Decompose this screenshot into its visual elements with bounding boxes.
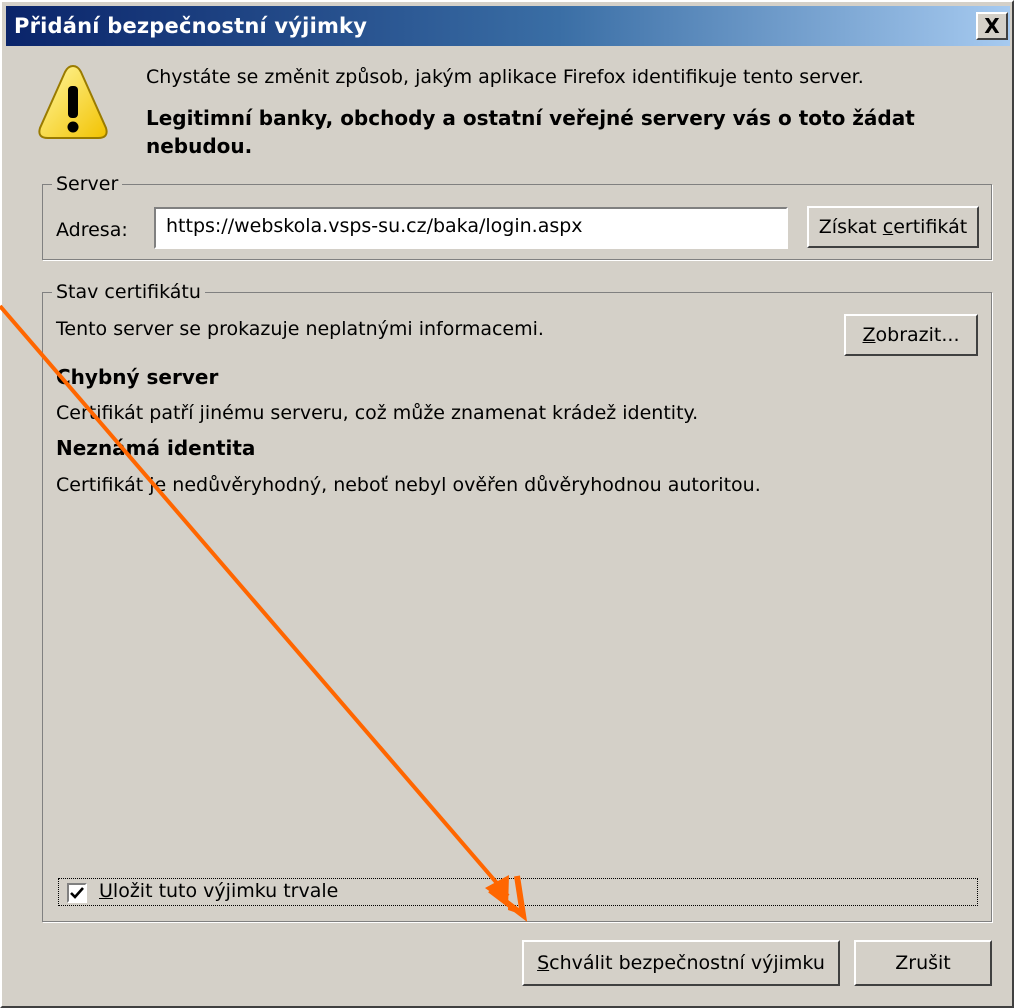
warning-text: Legitimní banky, obchody a ostatní veřej… — [146, 106, 915, 158]
address-label: Adresa: — [56, 219, 128, 241]
confirm-exception-label: Schválit bezpečnostní výjimku — [537, 952, 825, 974]
issue-title-unknown-identity: Neznámá identita — [56, 436, 256, 460]
certificate-status-legend: Stav certifikátu — [52, 281, 205, 303]
save-exception-checkbox[interactable] — [67, 883, 87, 903]
dialog-title: Přidání bezpečnostní výjimky — [14, 14, 368, 38]
get-certificate-label: Získat certifikát — [818, 216, 968, 238]
save-exception-row[interactable]: Uložit tuto výjimku trvale — [58, 878, 978, 906]
title-bar[interactable]: Přidání bezpečnostní výjimky X — [6, 6, 1010, 46]
security-exception-dialog: Přidání bezpečnostní výjimky X Chystáte … — [0, 0, 1014, 1008]
close-button[interactable]: X — [976, 12, 1008, 40]
certificate-summary: Tento server se prokazuje neplatnými inf… — [56, 318, 544, 340]
save-exception-label: Uložit tuto výjimku trvale — [99, 880, 339, 902]
close-icon: X — [984, 14, 1000, 38]
cancel-label: Zrušit — [895, 952, 951, 974]
issue-text-wrong-server: Certifikát patří jinému serveru, což můž… — [56, 402, 699, 424]
warning-triangle-icon — [38, 64, 108, 139]
issue-text-unknown-identity: Certifikát je nedůvěryhodný, neboť nebyl… — [56, 474, 761, 496]
checkmark-icon — [70, 887, 84, 899]
view-certificate-label: Zobrazit... — [862, 324, 960, 346]
view-certificate-button[interactable]: Zobrazit... — [844, 314, 978, 356]
server-legend: Server — [52, 173, 123, 195]
issue-title-wrong-server: Chybný server — [56, 365, 219, 389]
address-input[interactable]: https://webskola.vsps-su.cz/baka/login.a… — [154, 207, 788, 249]
cancel-button[interactable]: Zrušit — [854, 940, 992, 986]
get-certificate-button[interactable]: Získat certifikát — [807, 206, 979, 248]
confirm-exception-button[interactable]: Schválit bezpečnostní výjimku — [522, 940, 840, 986]
intro-text: Chystáte se změnit způsob, jakým aplikac… — [146, 66, 864, 88]
